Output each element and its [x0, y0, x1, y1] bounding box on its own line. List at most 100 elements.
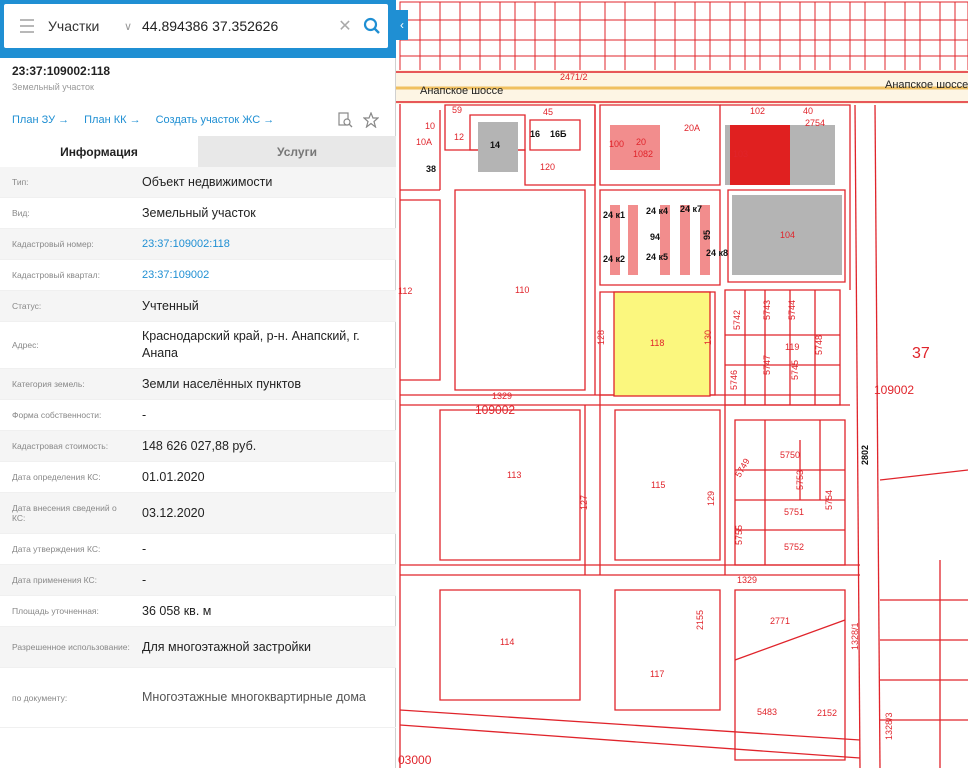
attribute-row: Тип: Объект недвижимости	[0, 167, 396, 198]
parcel-number-label: 16Б	[550, 129, 567, 139]
attribute-value: Объект недвижимости	[142, 174, 273, 189]
plan-kk-link[interactable]: План КК →	[84, 114, 140, 126]
parcel-number-label: 14	[490, 140, 500, 150]
parcel-number-label: 24 к2	[603, 254, 625, 264]
attribute-label: Вид:	[12, 208, 30, 218]
parcel-number-label: 2802	[860, 445, 870, 465]
create-parcel-link[interactable]: Создать участок ЖС →	[156, 114, 275, 126]
attribute-table: Тип: Объект недвижимости Вид: Земельный уча…	[0, 167, 396, 728]
plan-zu-link[interactable]: План ЗУ →	[12, 114, 69, 126]
attribute-label: Категория земель:	[12, 379, 85, 389]
parcel-number-label: 2771	[770, 616, 790, 626]
quarter-label: 109002	[475, 403, 515, 417]
parcel-number-label: 24 к1	[603, 210, 625, 220]
collapse-panel-icon[interactable]: ‹	[396, 10, 408, 40]
search-type-select[interactable]: Участки	[48, 18, 124, 34]
attribute-label: Дата применения КС:	[12, 575, 98, 585]
parcel-number-label: 5751	[784, 507, 804, 517]
parcel-number-label: 5752	[784, 542, 804, 552]
attribute-value: -	[142, 407, 147, 422]
parcel-number-label: 119	[785, 342, 799, 352]
attribute-row: Форма собственности: -	[0, 400, 396, 431]
parcel-number-label: 5750	[780, 450, 800, 460]
parcel-number-label: 129	[706, 491, 716, 506]
info-panel: Участки ∨ ✕ 23:37:109002:118 Земельный у…	[0, 0, 396, 768]
parcel-number-label: 10	[425, 121, 435, 131]
attribute-value: 03.12.2020	[142, 505, 205, 520]
road-label: Анапское шоссе	[420, 85, 503, 97]
attribute-label: Форма собственности:	[12, 410, 102, 420]
parcel-number-label: 5746	[729, 370, 739, 390]
parcel-number-label: 5483	[757, 707, 777, 717]
parcel-number-label: 1328/3	[884, 712, 894, 740]
parcel-number-label: 59	[452, 105, 462, 115]
parcel-number-label: 2754	[805, 118, 825, 128]
parcel-number-label: 24 к5	[646, 252, 668, 262]
action-icons	[337, 111, 380, 133]
attribute-label: Разрешенное использование:	[12, 642, 130, 652]
attribute-label: Кадастровая стоимость:	[12, 441, 109, 451]
attribute-value: Для многоэтажной застройки	[142, 639, 311, 654]
attribute-label: Адрес:	[12, 340, 39, 350]
parcel-number-label: 117	[650, 669, 664, 679]
clear-icon[interactable]: ✕	[334, 16, 356, 36]
parcel-number-label: 104	[780, 230, 795, 240]
attribute-value: Многоэтажные многоквартирные дома	[142, 690, 366, 704]
parcel-number-label: 12	[454, 132, 464, 142]
attribute-row: по документу: Многоэтажные многоквартирны…	[0, 668, 396, 728]
attribute-value: 01.01.2020	[142, 469, 205, 484]
parcel-number-label: 95	[702, 230, 712, 240]
parcel-number-label: 40	[803, 106, 813, 116]
attribute-label: по документу:	[12, 692, 68, 703]
parcel-number-label: 5753	[795, 470, 805, 490]
attribute-row: Кадастровый квартал: 23:37:109002	[0, 260, 396, 291]
parcel-number-label: 5745	[790, 360, 800, 380]
attribute-value: 148 626 027,88 руб.	[142, 438, 257, 453]
attribute-value: Земли населённых пунктов	[142, 376, 301, 391]
parcel-number-label: 103	[733, 149, 748, 159]
menu-icon[interactable]	[12, 4, 42, 48]
attribute-label: Дата утверждения КС:	[12, 544, 101, 554]
attribute-value: -	[142, 572, 147, 587]
star-icon[interactable]	[362, 111, 380, 133]
attribute-value: Краснодарский край, р-н. Анапский, г. Ан…	[142, 329, 360, 360]
parcel-number-label: 20А	[684, 123, 700, 133]
search-input[interactable]	[142, 18, 334, 34]
parcel-number-label: 16	[530, 129, 540, 139]
attribute-row: Разрешенное использование: Для многоэтажн…	[0, 627, 396, 668]
parcel-number-label: 127	[579, 495, 589, 510]
attribute-label: Дата определения КС:	[12, 472, 101, 482]
parcel-number-label: 38	[426, 164, 436, 174]
parcel-number-label: 5754	[824, 490, 834, 510]
tab-information[interactable]: Информация	[0, 136, 198, 167]
attribute-row: Кадастровый номер: 23:37:109002:118	[0, 229, 396, 260]
parcel-subtitle: Земельный участок	[12, 82, 94, 92]
parcel-number-label: 24 к4	[646, 206, 668, 216]
search-icon[interactable]	[356, 10, 388, 42]
chevron-down-icon[interactable]: ∨	[124, 20, 142, 33]
parcel-number-label: 112	[398, 286, 412, 296]
attribute-value-link[interactable]: 23:37:109002:118	[130, 236, 396, 253]
attribute-value: Учтенный	[142, 298, 199, 313]
parcel-number-label: 1082	[633, 149, 653, 159]
parcel-number-label: 110	[515, 285, 529, 295]
attribute-row: Дата определения КС: 01.01.2020	[0, 462, 396, 493]
attribute-value: 36 058 кв. м	[142, 603, 212, 618]
parcel-number-label: 24 к7	[680, 204, 702, 214]
parcel-number-label: 130	[703, 330, 713, 345]
attribute-row: Вид: Земельный участок	[0, 198, 396, 229]
parcel-number-label: 45	[543, 107, 553, 117]
parcel-number-label: 5748	[814, 335, 824, 355]
parcel-number-label: 20	[636, 137, 646, 147]
attribute-row: Дата применения КС: -	[0, 565, 396, 596]
parcel-number-label: 94	[650, 232, 660, 242]
quarter-label-bottom: 03000	[398, 753, 432, 767]
attribute-value: -	[142, 541, 147, 556]
tab-services[interactable]: Услуги	[198, 136, 396, 167]
document-search-icon[interactable]	[337, 112, 353, 133]
parcel-number-label: 10А	[416, 137, 432, 147]
attribute-row: Дата внесения сведений о КС: 03.12.2020	[0, 493, 396, 534]
attribute-value-link[interactable]: 23:37:109002	[130, 267, 396, 284]
parcel-number-label: 100	[609, 139, 624, 149]
road-label-right: Анапское шоссе	[885, 79, 968, 91]
